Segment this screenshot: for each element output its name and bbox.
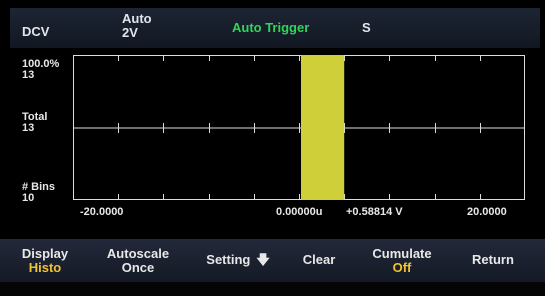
- histogram-bar: [301, 55, 345, 200]
- total-value: 13: [22, 122, 35, 134]
- range-value: 2V: [122, 25, 138, 40]
- histogram-plot: [73, 55, 525, 200]
- top-scale-label: 100.0% 13: [22, 59, 59, 81]
- range-auto: Auto: [122, 11, 152, 26]
- histogram-bars: [301, 55, 345, 200]
- total-label: Total 13: [22, 112, 47, 134]
- top-count: 13: [22, 69, 35, 81]
- x-axis-min-label: -20.0000: [80, 206, 124, 218]
- status-indicator-s: S: [362, 20, 371, 35]
- autoscale-softkey[interactable]: Autoscale Once: [98, 247, 178, 290]
- histogram-svg: [73, 55, 525, 200]
- x-axis-max-label: 20.0000: [467, 206, 507, 218]
- display-value: Histo: [28, 260, 62, 275]
- arrow-down-icon: 🡇: [256, 252, 270, 267]
- display-label: Display: [21, 246, 69, 261]
- softkey-bar: Display Histo Autoscale Once Setting 🡇 Cl…: [0, 239, 545, 282]
- autoscale-label: Autoscale: [106, 246, 170, 261]
- current-reading: +0.58814 V: [346, 206, 403, 218]
- trigger-mode: Auto Trigger: [232, 20, 310, 35]
- clear-label: Clear: [302, 252, 336, 267]
- histogram-screen: DCV Auto 2V Auto Trigger S 100.0% 13 Tot…: [0, 0, 545, 282]
- status-bar: DCV Auto 2V Auto Trigger S: [10, 8, 540, 48]
- autoscale-value: Once: [121, 260, 155, 275]
- x-axis-center-label: 0.00000u: [276, 206, 323, 218]
- cumulate-value: Off: [392, 260, 412, 275]
- cumulate-label: Cumulate: [372, 246, 432, 261]
- cumulate-softkey[interactable]: Cumulate Off: [360, 247, 444, 290]
- display-softkey[interactable]: Display Histo: [10, 247, 80, 290]
- range-indicator: Auto 2V: [122, 12, 152, 40]
- return-label: Return: [472, 252, 514, 267]
- setting-softkey[interactable]: Setting 🡇: [196, 253, 280, 296]
- return-softkey[interactable]: Return: [460, 253, 526, 296]
- bins-value: 10: [22, 192, 35, 204]
- measurement-mode: DCV: [22, 24, 50, 39]
- clear-softkey[interactable]: Clear: [286, 253, 352, 296]
- bins-label: # Bins 10: [22, 182, 55, 204]
- setting-label: Setting: [206, 252, 251, 267]
